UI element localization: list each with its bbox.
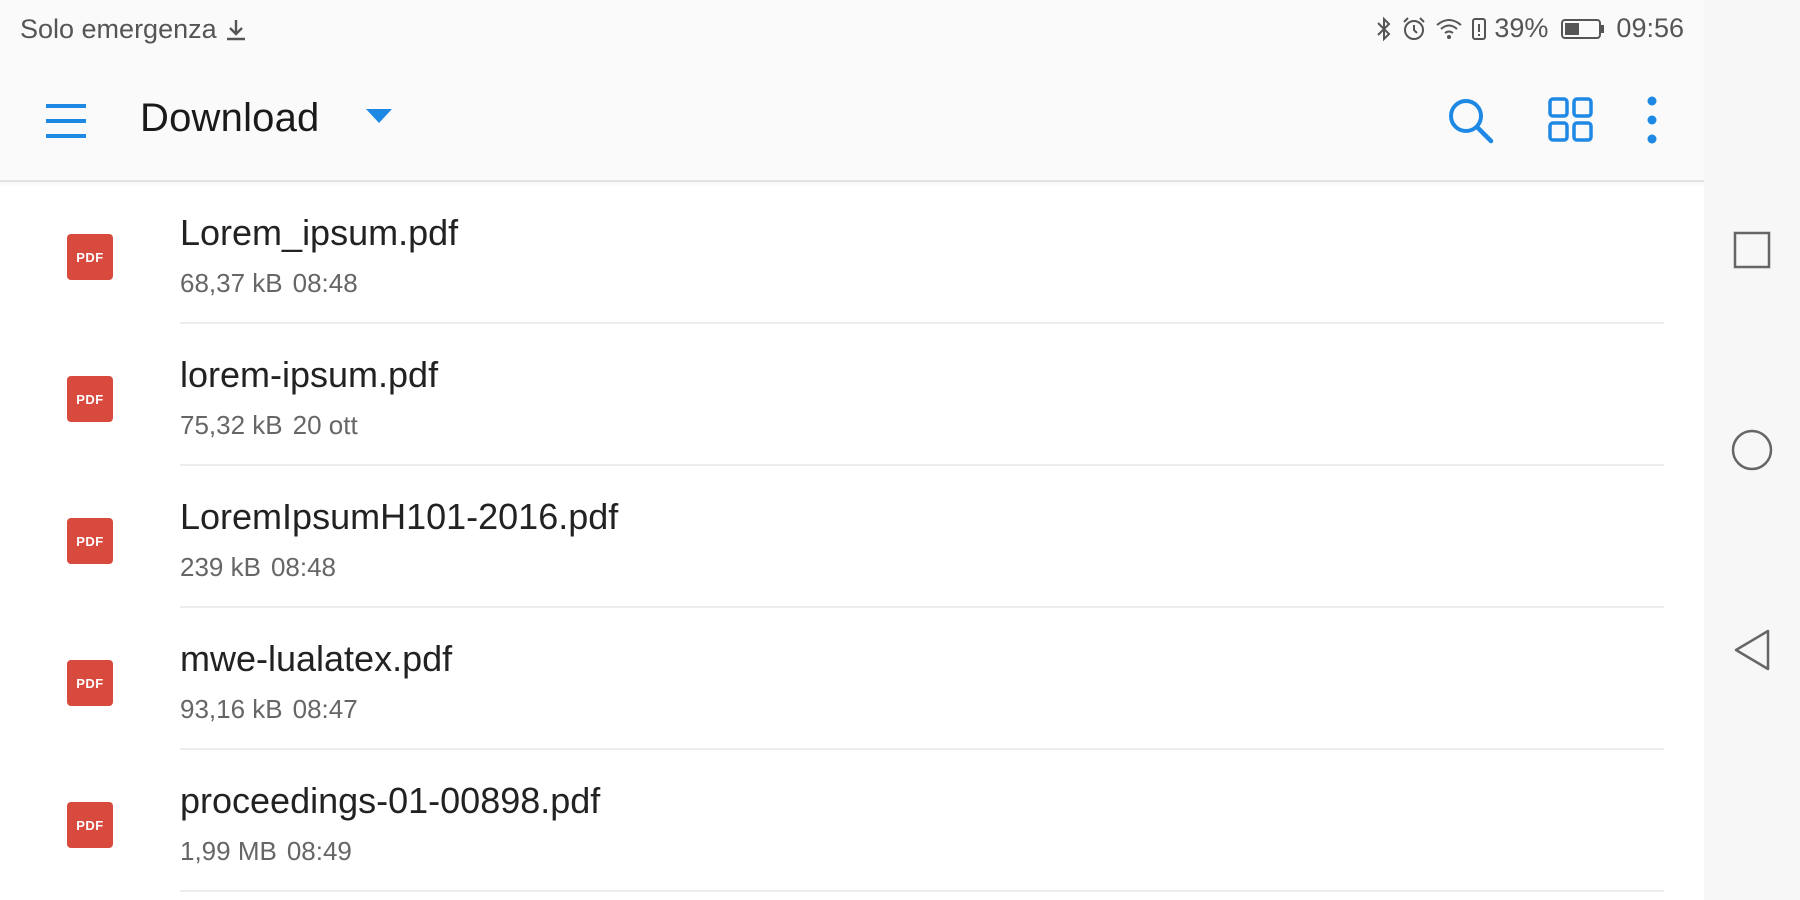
file-meta: 68,37 kB 08:48 (180, 268, 358, 299)
recents-square-icon (1733, 231, 1771, 269)
pdf-file-icon: PDF (67, 376, 113, 422)
battery-icon (1560, 16, 1606, 42)
search-icon (1449, 99, 1494, 144)
file-name: Lorem_ipsum.pdf (180, 212, 459, 253)
file-meta: 75,32 kB 20 ott (180, 410, 358, 441)
file-size: 75,32 kB (180, 410, 283, 440)
home-button[interactable] (1728, 426, 1776, 474)
file-list: PDF Lorem_ipsum.pdf 68,37 kB 08:48 PDF lo… (0, 182, 1704, 892)
file-row[interactable]: PDF mwe-lualatex.pdf 93,16 kB 08:47 (0, 608, 1704, 750)
battery-percent: 39% (1494, 13, 1549, 43)
wifi-icon (1434, 15, 1464, 43)
clock: 09:56 (1616, 13, 1684, 43)
dropdown-caret-icon (364, 107, 394, 125)
carrier-text: Solo emergenza (20, 14, 217, 44)
file-meta: 93,16 kB 08:47 (180, 694, 358, 725)
page-title: Download (140, 96, 320, 140)
file-date: 08:48 (270, 552, 337, 582)
file-date: 20 ott (292, 410, 358, 440)
status-left: Solo emergenza (20, 14, 249, 45)
file-name: LoremIpsumH101-2016.pdf (180, 496, 619, 537)
file-row[interactable]: PDF Lorem_ipsum.pdf 68,37 kB 08:48 (0, 182, 1704, 324)
file-row[interactable]: PDF proceedings-01-00898.pdf 1,99 MB 08:4… (0, 750, 1704, 892)
pdf-file-icon: PDF (67, 660, 113, 706)
menu-button[interactable] (40, 98, 90, 144)
row-divider (180, 890, 1664, 892)
status-bar: Solo emergenza 39% 09:56 (0, 0, 1704, 62)
file-name: proceedings-01-00898.pdf (180, 780, 601, 821)
file-size: 93,16 kB (180, 694, 283, 724)
grid-view-button[interactable] (1543, 92, 1599, 148)
file-meta: 239 kB 08:48 (180, 552, 336, 583)
alarm-icon (1400, 15, 1428, 43)
file-date: 08:48 (292, 268, 358, 298)
app-bar: Download (0, 62, 1704, 182)
folder-selector[interactable]: Download (140, 96, 394, 141)
more-vert-icon (1647, 96, 1657, 144)
navigation-bar (1704, 0, 1800, 900)
file-name: mwe-lualatex.pdf (180, 638, 453, 679)
file-row[interactable]: PDF lorem-ipsum.pdf 75,32 kB 20 ott (0, 324, 1704, 466)
file-meta: 1,99 MB 08:49 (180, 836, 352, 867)
grid-view-icon (1548, 97, 1593, 142)
file-manager-screen: Solo emergenza 39% 09:56 Download PDF Lo… (0, 0, 1800, 900)
file-size: 239 kB (180, 552, 261, 582)
file-name: lorem-ipsum.pdf (180, 354, 439, 395)
file-date: 08:49 (286, 836, 352, 866)
file-size: 1,99 MB (180, 836, 277, 866)
home-circle-icon (1731, 429, 1773, 471)
pdf-file-icon: PDF (67, 234, 113, 280)
battery-saver-icon (1470, 15, 1488, 43)
hamburger-menu-icon (46, 104, 86, 138)
pdf-file-icon: PDF (67, 802, 113, 848)
file-size: 68,37 kB (180, 268, 283, 298)
download-icon (223, 17, 249, 43)
status-right: 39% 09:56 (1374, 13, 1684, 44)
back-button[interactable] (1728, 626, 1776, 674)
back-triangle-icon (1734, 629, 1770, 671)
file-row[interactable]: PDF LoremIpsumH101-2016.pdf 239 kB 08:48 (0, 466, 1704, 608)
recents-button[interactable] (1728, 226, 1776, 274)
bluetooth-icon (1374, 15, 1394, 43)
file-date: 08:47 (292, 694, 358, 724)
more-options-button[interactable] (1624, 92, 1680, 148)
pdf-file-icon: PDF (67, 518, 113, 564)
search-button[interactable] (1442, 92, 1498, 148)
